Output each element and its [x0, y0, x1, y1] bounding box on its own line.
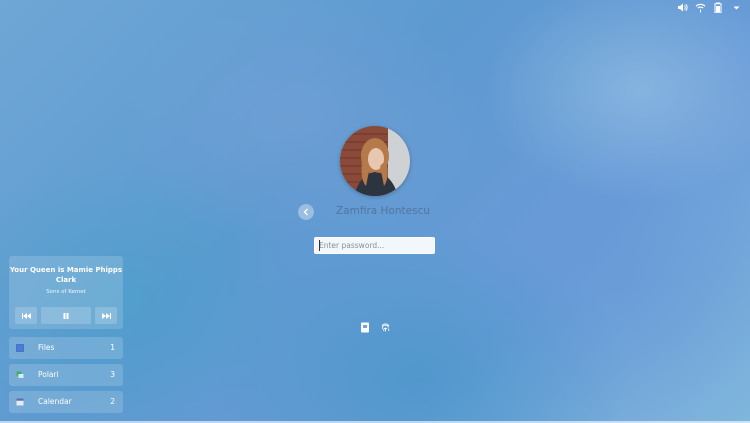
pause-button[interactable] — [41, 307, 91, 324]
notification-count: 3 — [110, 370, 115, 379]
chevron-down-icon[interactable] — [731, 2, 742, 13]
smartcard-icon[interactable] — [360, 318, 370, 337]
app-name: Files — [38, 343, 55, 352]
notification-files[interactable]: Files 1 — [9, 337, 123, 359]
wifi-icon — [695, 2, 706, 13]
lock-screen: Zamfira Hontescu Your Queen is Mamie Phi… — [0, 0, 750, 423]
auth-methods — [360, 318, 391, 337]
app-name: Polari — [38, 370, 59, 379]
volume-icon — [677, 2, 688, 13]
notification-count: 1 — [110, 343, 115, 352]
track-title: Your Queen is Mamie Phipps Clark — [9, 266, 123, 284]
next-icon — [101, 312, 111, 319]
user-avatar — [340, 126, 410, 196]
pause-icon — [63, 312, 69, 319]
next-button[interactable] — [95, 307, 117, 324]
notification-polari[interactable]: Polari 3 — [9, 364, 123, 386]
password-input[interactable] — [314, 237, 435, 254]
status-area[interactable] — [677, 2, 742, 13]
notification-calendar[interactable]: Calendar 2 — [9, 391, 123, 413]
text-caret — [319, 240, 320, 251]
username-label: Zamfira Hontescu — [336, 205, 431, 217]
media-player-widget: Your Queen is Mamie Phipps Clark Sons of… — [9, 256, 123, 329]
previous-button[interactable] — [15, 307, 37, 324]
files-icon — [16, 344, 24, 352]
chevron-left-icon — [303, 208, 308, 216]
calendar-icon — [16, 398, 24, 406]
track-artist: Sons of Kemet — [46, 289, 86, 295]
notification-count: 2 — [110, 397, 115, 406]
fingerprint-icon[interactable] — [380, 318, 391, 337]
app-name: Calendar — [38, 397, 72, 406]
polari-icon — [16, 371, 24, 378]
battery-icon — [713, 2, 724, 13]
previous-icon — [21, 312, 31, 319]
back-button[interactable] — [298, 204, 314, 220]
